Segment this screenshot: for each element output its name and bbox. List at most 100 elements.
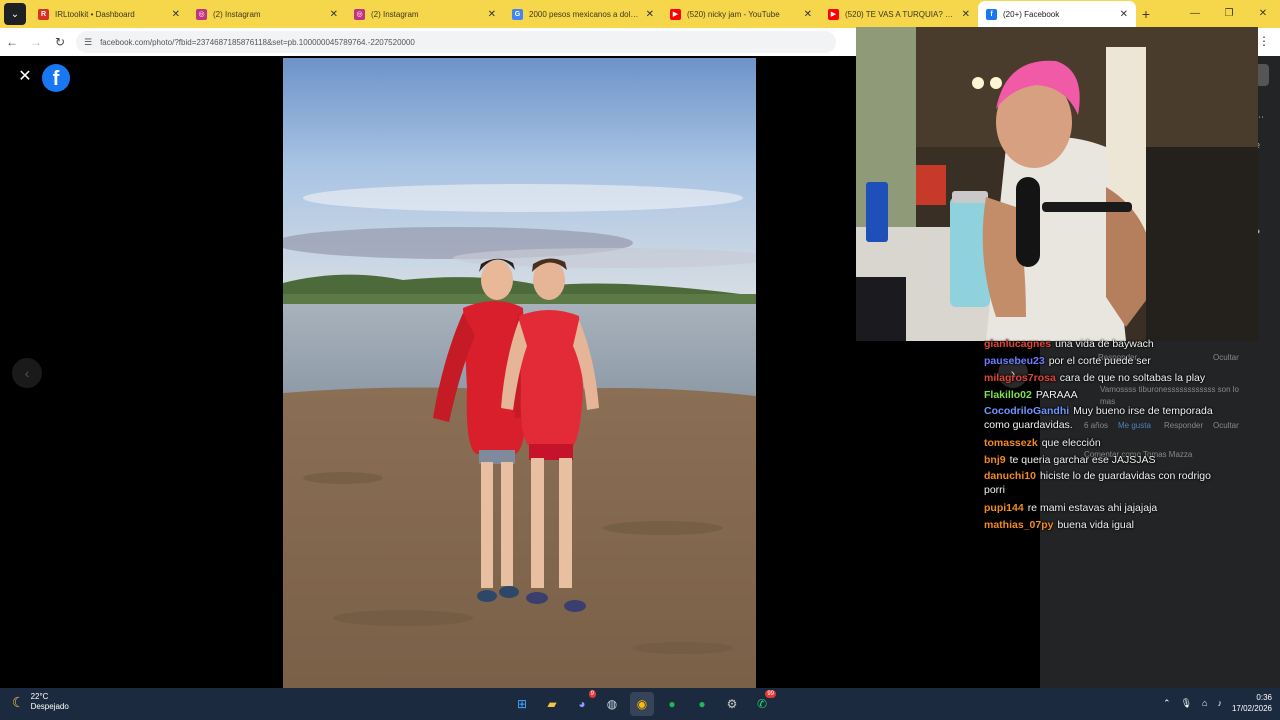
close-tab-icon[interactable]: ✕ [1120,9,1128,20]
browser-tab[interactable]: ▶ (520) nicky jam - YouTube ✕ [662,1,820,27]
chat-message: mathias_07py buena vida igual [984,517,1264,534]
previous-photo-button[interactable]: ‹ [12,358,42,388]
browser-tab[interactable]: G 2000 pesos mexicanos a dolares ✕ [504,1,662,27]
back-icon[interactable]: ← [0,35,24,49]
instagram-icon: ◎ [196,8,207,20]
chat-username: milagros7rosa [984,372,1056,384]
youtube-icon: ▶ [828,8,839,20]
chat-message: danuchi10 hiciste lo de guardavidas con r… [984,469,1234,497]
minimize-icon[interactable]: — [1178,0,1212,28]
chat-message: milagros7rosa cara de que no soltabas la … [984,370,1264,387]
close-tab-icon[interactable]: ✕ [646,9,654,20]
stream-chat-overlay: gianlucagnes una vida de baywach pausebeu2… [984,336,1264,534]
url-text: facebook.com/photo/?fbid=237468718587611… [100,37,415,47]
youtube-icon: ▶ [670,8,681,20]
chat-message: pupi144 re mami estavas ahi jajajaja [984,500,1264,517]
screen: ⌄ R IRLtoolkit • Dashboard ✕ ◎ (2) Instagram… [0,0,1280,720]
clock-time: 0:36 [1256,693,1272,702]
photo [283,58,756,688]
chat-username: gianlucagnes [984,338,1052,350]
tab-title: (520) nicky jam - YouTube [687,9,780,19]
tab-strip: ⌄ R IRLtoolkit • Dashboard ✕ ◎ (2) Instagram… [0,0,1280,28]
instagram-icon: ◎ [354,8,365,20]
chat-username: pupi144 [984,502,1024,514]
irltoolkit-icon: R [38,8,49,20]
forward-icon[interactable]: → [24,35,48,49]
tab-title: (20+) Facebook [1003,9,1060,19]
chat-text: te queria garchar ese JAJSJAS [1009,454,1156,466]
browser-tab[interactable]: f (20+) Facebook ✕ [978,1,1136,27]
maximize-icon[interactable]: ❐ [1212,0,1246,28]
close-window-icon[interactable]: ✕ [1246,0,1280,28]
chat-text: buena vida igual [1057,519,1134,531]
browser-tab[interactable]: ◎ (2) Instagram ✕ [346,1,504,27]
chrome-icon[interactable]: ◉ [630,692,654,716]
file-explorer-icon[interactable]: ▰ [540,692,564,716]
steam-icon[interactable]: ◍ [600,692,624,716]
close-tab-icon[interactable]: ✕ [488,9,496,20]
reload-icon[interactable]: ↻ [48,35,72,49]
weather-condition: Despejado [30,702,69,711]
chat-username: pausebeu23 [984,355,1045,367]
chat-username: CocodriloGandhi [984,405,1070,417]
browser-tab[interactable]: ◎ (2) Instagram ✕ [188,1,346,27]
chat-text: por el corte puede ser [1048,355,1151,367]
close-tab-icon[interactable]: ✕ [804,9,812,20]
chat-text: que elección [1041,437,1101,449]
discord-icon[interactable]: ◕ 9 [570,690,596,716]
close-tab-icon[interactable]: ✕ [172,9,180,20]
chevron-up-icon[interactable]: ⌃ [1163,698,1171,709]
browser-tab[interactable]: ▶ (520) TE VAS A TURQUIA? - YouTube ✕ [820,1,978,27]
chat-message: pausebeu23 por el corte puede ser [984,353,1264,370]
chat-text: PARAAA [1035,389,1078,401]
tab-title: (2) Instagram [371,9,419,19]
chat-username: mathias_07py [984,519,1054,531]
tab-title: (520) TE VAS A TURQUIA? - YouTube [845,9,956,19]
facebook-logo-icon[interactable]: f [42,64,70,92]
chat-username: Flakillo02 [984,389,1032,401]
clock-date: 17/02/2026 [1231,704,1272,713]
tab-title: IRLtoolkit • Dashboard [55,9,135,19]
taskbar-apps: ⊞ ▰ ◕ 9 ◍ ◉ ● ● ⚙ ✆ 99 [510,690,776,716]
spotify-icon[interactable]: ● [660,692,684,716]
tab-search-icon[interactable]: ⌄ [4,3,26,25]
volume-icon[interactable]: ♪ [1217,698,1222,708]
chat-username: bnj9 [984,454,1006,466]
webcam-overlay [856,27,1258,341]
close-tab-icon[interactable]: ✕ [330,9,338,20]
chat-username: danuchi10 [984,470,1036,482]
address-bar[interactable]: ☰ facebook.com/photo/?fbid=2374687185876… [76,31,836,53]
microphone-icon[interactable]: 🎙 [1181,698,1192,709]
chat-message: bnj9 te queria garchar ese JAJSJAS [984,452,1264,469]
network-icon[interactable]: ⌂ [1202,698,1207,708]
close-tab-icon[interactable]: ✕ [962,9,970,20]
spotify-icon[interactable]: ● [690,692,714,716]
window-controls: — ❐ ✕ [1178,0,1280,28]
facebook-icon: f [986,8,997,20]
chat-message: tomassezk que elección [984,435,1264,452]
chat-username: tomassezk [984,437,1038,449]
new-tab-button[interactable]: + [1136,6,1156,22]
settings-icon[interactable]: ⚙ [720,692,744,716]
clock[interactable]: 0:36 17/02/2026 [1232,692,1272,714]
menu-icon[interactable]: ⋮ [1258,34,1270,48]
chat-text: re mami estavas ahi jajajaja [1027,502,1158,514]
browser-tab[interactable]: R IRLtoolkit • Dashboard ✕ [30,1,188,27]
start-icon[interactable]: ⊞ [510,692,534,716]
system-tray: ⌃ 🎙 ⌂ ♪ 0:36 17/02/2026 [1163,692,1272,714]
chat-message: gianlucagnes una vida de baywach [984,336,1264,353]
site-info-icon[interactable]: ☰ [84,37,92,48]
chat-message: CocodriloGandhi Muy bueno irse de tempora… [984,404,1234,432]
weather-widget[interactable]: ☾ 22°C Despejado [12,692,69,712]
weather-temp: 22°C [30,692,49,701]
chat-text: una vida de baywach [1055,338,1154,350]
moon-icon: ☾ [12,693,25,710]
whatsapp-icon[interactable]: ✆ 99 [750,690,776,716]
taskbar: ☾ 22°C Despejado ⊞ ▰ ◕ 9 ◍ ◉ ● ● ⚙ ✆ 99 ⌃ … [0,688,1280,720]
close-icon[interactable]: ✕ [16,68,34,86]
google-icon: G [512,8,523,20]
tab-title: (2) Instagram [213,9,261,19]
tab-title: 2000 pesos mexicanos a dolares [529,9,640,19]
chat-text: cara de que no soltabas la play [1059,372,1206,384]
chat-message: Flakillo02 PARAAA [984,387,1264,404]
